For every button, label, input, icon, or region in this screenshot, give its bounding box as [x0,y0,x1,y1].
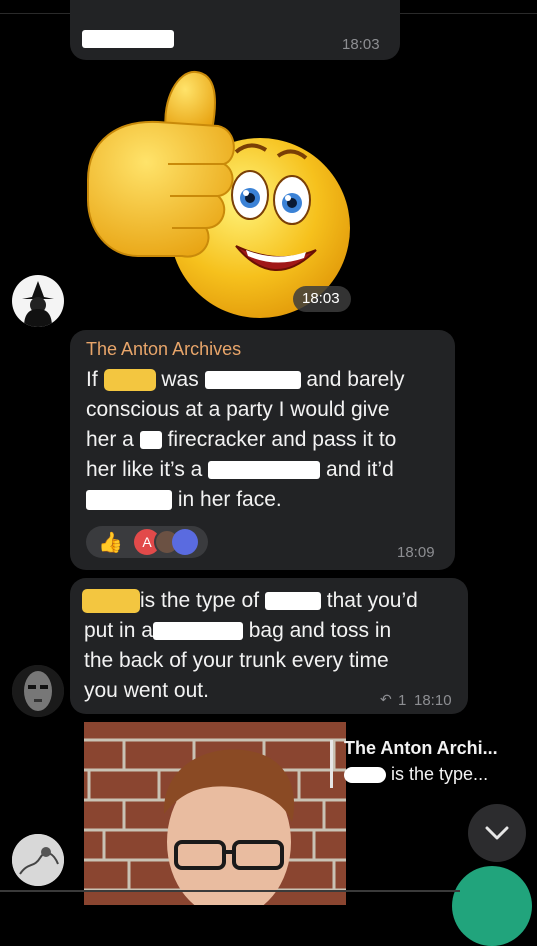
reply-text-line: is the type... [344,764,488,785]
redacted-name [103,369,156,392]
sketch-avatar-icon [12,834,64,886]
message-text-line: in her face. [86,485,282,515]
bottom-divider [0,890,460,892]
reply-bar [330,740,333,788]
reply-preview[interactable]: The Anton Archi... is the type... [330,738,530,788]
message-time: 18:03 [342,36,380,53]
mask-avatar-icon [12,665,64,717]
message-text-line: put in a bag and toss in [84,619,392,642]
sender-avatar[interactable] [12,834,64,886]
message-bubble-2[interactable]: The Anton Archives If was and barely con… [70,330,455,570]
sender-avatar[interactable] [12,665,64,717]
redacted-text [86,490,172,511]
message-bubble-1[interactable]: 18:03 [70,0,400,60]
witch-avatar-icon [22,281,54,327]
sender-name: The Anton Archives [86,339,242,359]
message-time: 18:03 [302,290,340,307]
reaction-pill[interactable]: 👍 A [86,526,208,558]
message-text-line: her like it’s a and it’d [86,458,394,481]
sticker-time-badge: 18:03 [293,286,351,312]
green-action-button[interactable] [452,866,532,946]
message-time: 18:09 [397,544,435,561]
redacted-name [344,767,386,784]
reply-icon: ↶ [380,691,392,707]
message-text-line: is the type of that you’d [82,586,418,616]
message-time: 18:10 [414,692,452,709]
message-text-line: the back of your trunk every time [84,649,389,672]
chevron-down-icon [485,826,509,840]
reply-count: 1 [398,692,407,709]
message-bubble-3[interactable]: is the type of that you’d put in a bag a… [70,578,468,714]
redacted-text [204,371,301,390]
redacted-text [208,461,321,480]
redacted-text [82,30,174,48]
message-text-line: you went out. [84,679,209,702]
redacted-text [264,592,321,611]
sender-avatar[interactable] [12,275,64,327]
message-text-line: If was and barely [86,368,405,392]
redacted-name [82,589,140,614]
scroll-down-button[interactable] [468,804,526,862]
photo-message[interactable] [84,722,346,905]
redacted-text [152,622,243,641]
reply-sender: The Anton Archi... [344,738,498,758]
message-text-line: conscious at a party I would give [86,398,390,421]
reactor-avatar-c [172,529,198,555]
thumbs-up-reaction-icon: 👍 [98,532,123,554]
photo-image [84,722,346,905]
thumbs-up-sticker[interactable]: 18:03 [78,60,368,330]
redacted-text [139,431,162,450]
message-text-line: her a firecracker and pass it to [86,428,397,451]
